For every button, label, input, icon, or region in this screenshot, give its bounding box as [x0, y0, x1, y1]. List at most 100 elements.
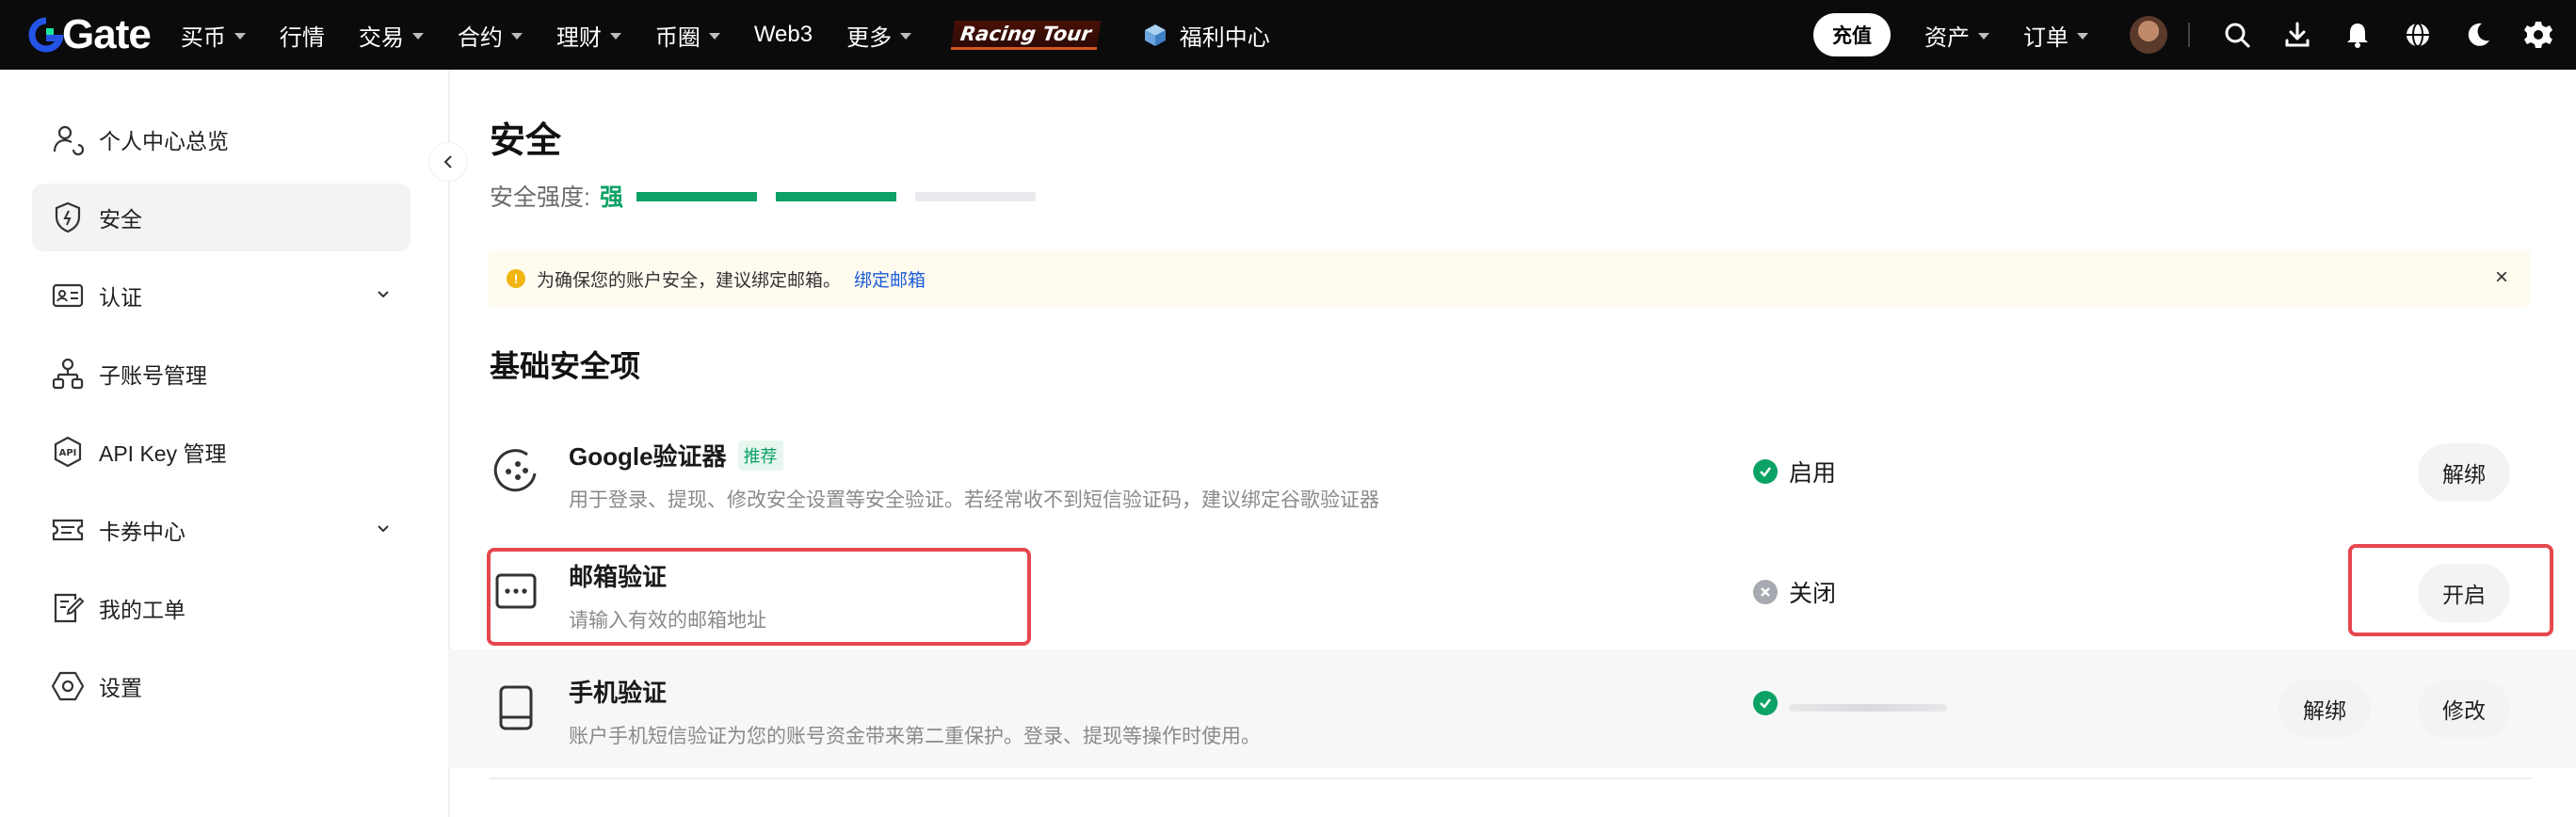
sidebar-item-sub-accounts[interactable]: 子账号管理 — [32, 340, 411, 408]
settings-button[interactable] — [2508, 0, 2568, 70]
theme-toggle-button[interactable] — [2448, 0, 2508, 70]
nav-right-group: 充值 资产 订单 — [1813, 0, 2576, 70]
app-root: Gate 买币 行情 交易 合约 理财 币圈 Web3 更多 Racing To… — [0, 0, 2576, 817]
row-title: 手机验证 — [569, 674, 667, 709]
row-title-text: 手机验证 — [569, 679, 668, 707]
nav-divider — [2188, 23, 2190, 47]
sidebar-item-settings[interactable]: 设置 — [32, 652, 411, 720]
security-strength: 安全强度: 强 — [490, 179, 623, 213]
change-phone-button[interactable]: 修改 — [2418, 680, 2510, 738]
nav-web3[interactable]: Web3 — [754, 22, 813, 48]
authenticator-icon — [493, 449, 537, 492]
chevron-down-icon — [378, 291, 389, 298]
strength-segment — [776, 192, 896, 201]
bind-email-link[interactable]: 绑定邮箱 — [854, 266, 926, 292]
status-text: 启用 — [1789, 460, 1837, 487]
sidebar-item-coupons[interactable]: 卡券中心 — [32, 496, 411, 564]
id-card-icon — [50, 278, 86, 313]
phone-icon — [499, 685, 533, 730]
nav-trade[interactable]: 交易 — [359, 19, 424, 52]
globe-icon — [2407, 23, 2429, 47]
caret-down-icon — [900, 32, 912, 40]
bind-email-alert: ! 为确保您的账户安全，建议绑定邮箱。 绑定邮箱 × — [488, 250, 2531, 307]
racing-tour-label: Racing Tour — [950, 20, 1101, 50]
coupon-icon — [50, 512, 86, 548]
strength-segment — [636, 192, 757, 201]
gift-box-icon — [1144, 24, 1166, 46]
sidebar-collapse-button[interactable] — [429, 143, 467, 181]
security-row-phone: 手机验证 账户手机短信验证为您的账号资金带来第二重保护。登录、提现等操作时使用。… — [448, 649, 2576, 768]
download-icon — [2285, 22, 2310, 47]
section-divider — [490, 777, 2533, 779]
sidebar-item-api-keys[interactable]: API API Key 管理 — [32, 418, 411, 486]
nav-label: 更多 — [846, 24, 893, 51]
row-description: 账户手机短信验证为您的账号资金带来第二重保护。登录、提现等操作时使用。 — [569, 726, 1261, 747]
strength-label: 安全强度: — [490, 184, 590, 211]
nav-label: Web3 — [753, 22, 813, 47]
svg-text:API: API — [59, 448, 77, 458]
deposit-button[interactable]: 充值 — [1813, 13, 1891, 56]
caret-down-icon — [2077, 32, 2088, 40]
sub-account-icon — [50, 356, 86, 392]
search-icon — [2225, 23, 2250, 48]
strength-segment — [915, 192, 1036, 201]
unbind-phone-button[interactable]: 解绑 — [2278, 680, 2371, 738]
search-button[interactable] — [2207, 0, 2267, 70]
row-description: 用于登录、提现、修改安全设置等安全验证。若经常收不到短信验证码，建议绑定谷歌验证… — [569, 489, 1379, 511]
logo-text: Gate — [62, 11, 152, 57]
strength-value: 强 — [599, 184, 623, 211]
sidebar-item-label: 子账号管理 — [99, 363, 207, 388]
close-icon[interactable]: × — [2491, 266, 2512, 289]
caret-down-icon — [609, 32, 621, 40]
ticket-icon — [50, 590, 86, 626]
nav-markets[interactable]: 行情 — [280, 19, 325, 52]
sidebar-item-verification[interactable]: 认证 — [32, 262, 411, 329]
row-status — [1753, 691, 1947, 715]
chevron-left-icon — [443, 155, 452, 168]
nav-assets[interactable]: 资产 — [1924, 19, 1989, 52]
unbind-google-button[interactable]: 解绑 — [2418, 443, 2510, 502]
gear-icon — [2524, 22, 2552, 48]
shield-icon — [50, 200, 86, 235]
api-icon: API — [50, 434, 86, 470]
check-circle-icon — [1753, 691, 1778, 715]
highlight-email-row — [487, 548, 1031, 646]
masked-phone-number — [1789, 704, 1947, 712]
warning-icon: ! — [507, 269, 525, 288]
nav-label: 交易 — [358, 24, 404, 51]
notifications-button[interactable] — [2327, 0, 2388, 70]
row-title: Google验证器 推荐 — [569, 438, 783, 473]
sidebar-item-label: 卡券中心 — [99, 520, 185, 544]
gate-logo[interactable]: Gate — [28, 11, 152, 58]
sidebar-item-security[interactable]: 安全 — [32, 184, 411, 251]
sidebar-item-label: 安全 — [99, 207, 142, 232]
recommended-badge: 推荐 — [737, 440, 783, 471]
nav-earn[interactable]: 理财 — [556, 19, 621, 52]
caret-down-icon — [411, 32, 424, 40]
nav-label: 理财 — [555, 24, 602, 51]
security-row-google-auth: Google验证器 推荐 用于登录、提现、修改安全设置等安全验证。若经常收不到短… — [448, 413, 2576, 532]
nav-orders[interactable]: 订单 — [2023, 19, 2088, 52]
status-text: 关闭 — [1789, 581, 1837, 607]
row-title-text: Google验证器 — [569, 442, 727, 471]
nav-label: 合约 — [457, 24, 503, 51]
language-button[interactable] — [2388, 0, 2448, 70]
nav-more[interactable]: 更多 — [846, 19, 912, 52]
sidebar-item-overview[interactable]: 个人中心总览 — [32, 105, 411, 173]
sidebar-item-label: 个人中心总览 — [99, 129, 229, 153]
highlight-enable-button — [2348, 544, 2553, 636]
avatar[interactable] — [2130, 16, 2167, 54]
top-navigation: Gate 买币 行情 交易 合约 理财 币圈 Web3 更多 Racing To… — [0, 0, 2576, 70]
row-status: 启用 — [1753, 455, 1836, 489]
racing-tour-banner[interactable]: Racing Tour — [950, 20, 1101, 50]
nav-futures[interactable]: 合约 — [458, 19, 523, 52]
caret-down-icon — [510, 32, 523, 40]
sidebar-item-tickets[interactable]: 我的工单 — [32, 574, 411, 642]
alert-text: 为确保您的账户安全，建议绑定邮箱。 — [537, 270, 842, 291]
bell-icon — [2347, 24, 2368, 48]
nav-community[interactable]: 币圈 — [655, 19, 720, 52]
nav-buy-crypto[interactable]: 买币 — [181, 19, 246, 52]
rewards-hub-link[interactable]: 福利中心 — [1142, 19, 1270, 52]
sidebar-item-label: 认证 — [99, 285, 142, 310]
download-button[interactable] — [2267, 0, 2327, 70]
